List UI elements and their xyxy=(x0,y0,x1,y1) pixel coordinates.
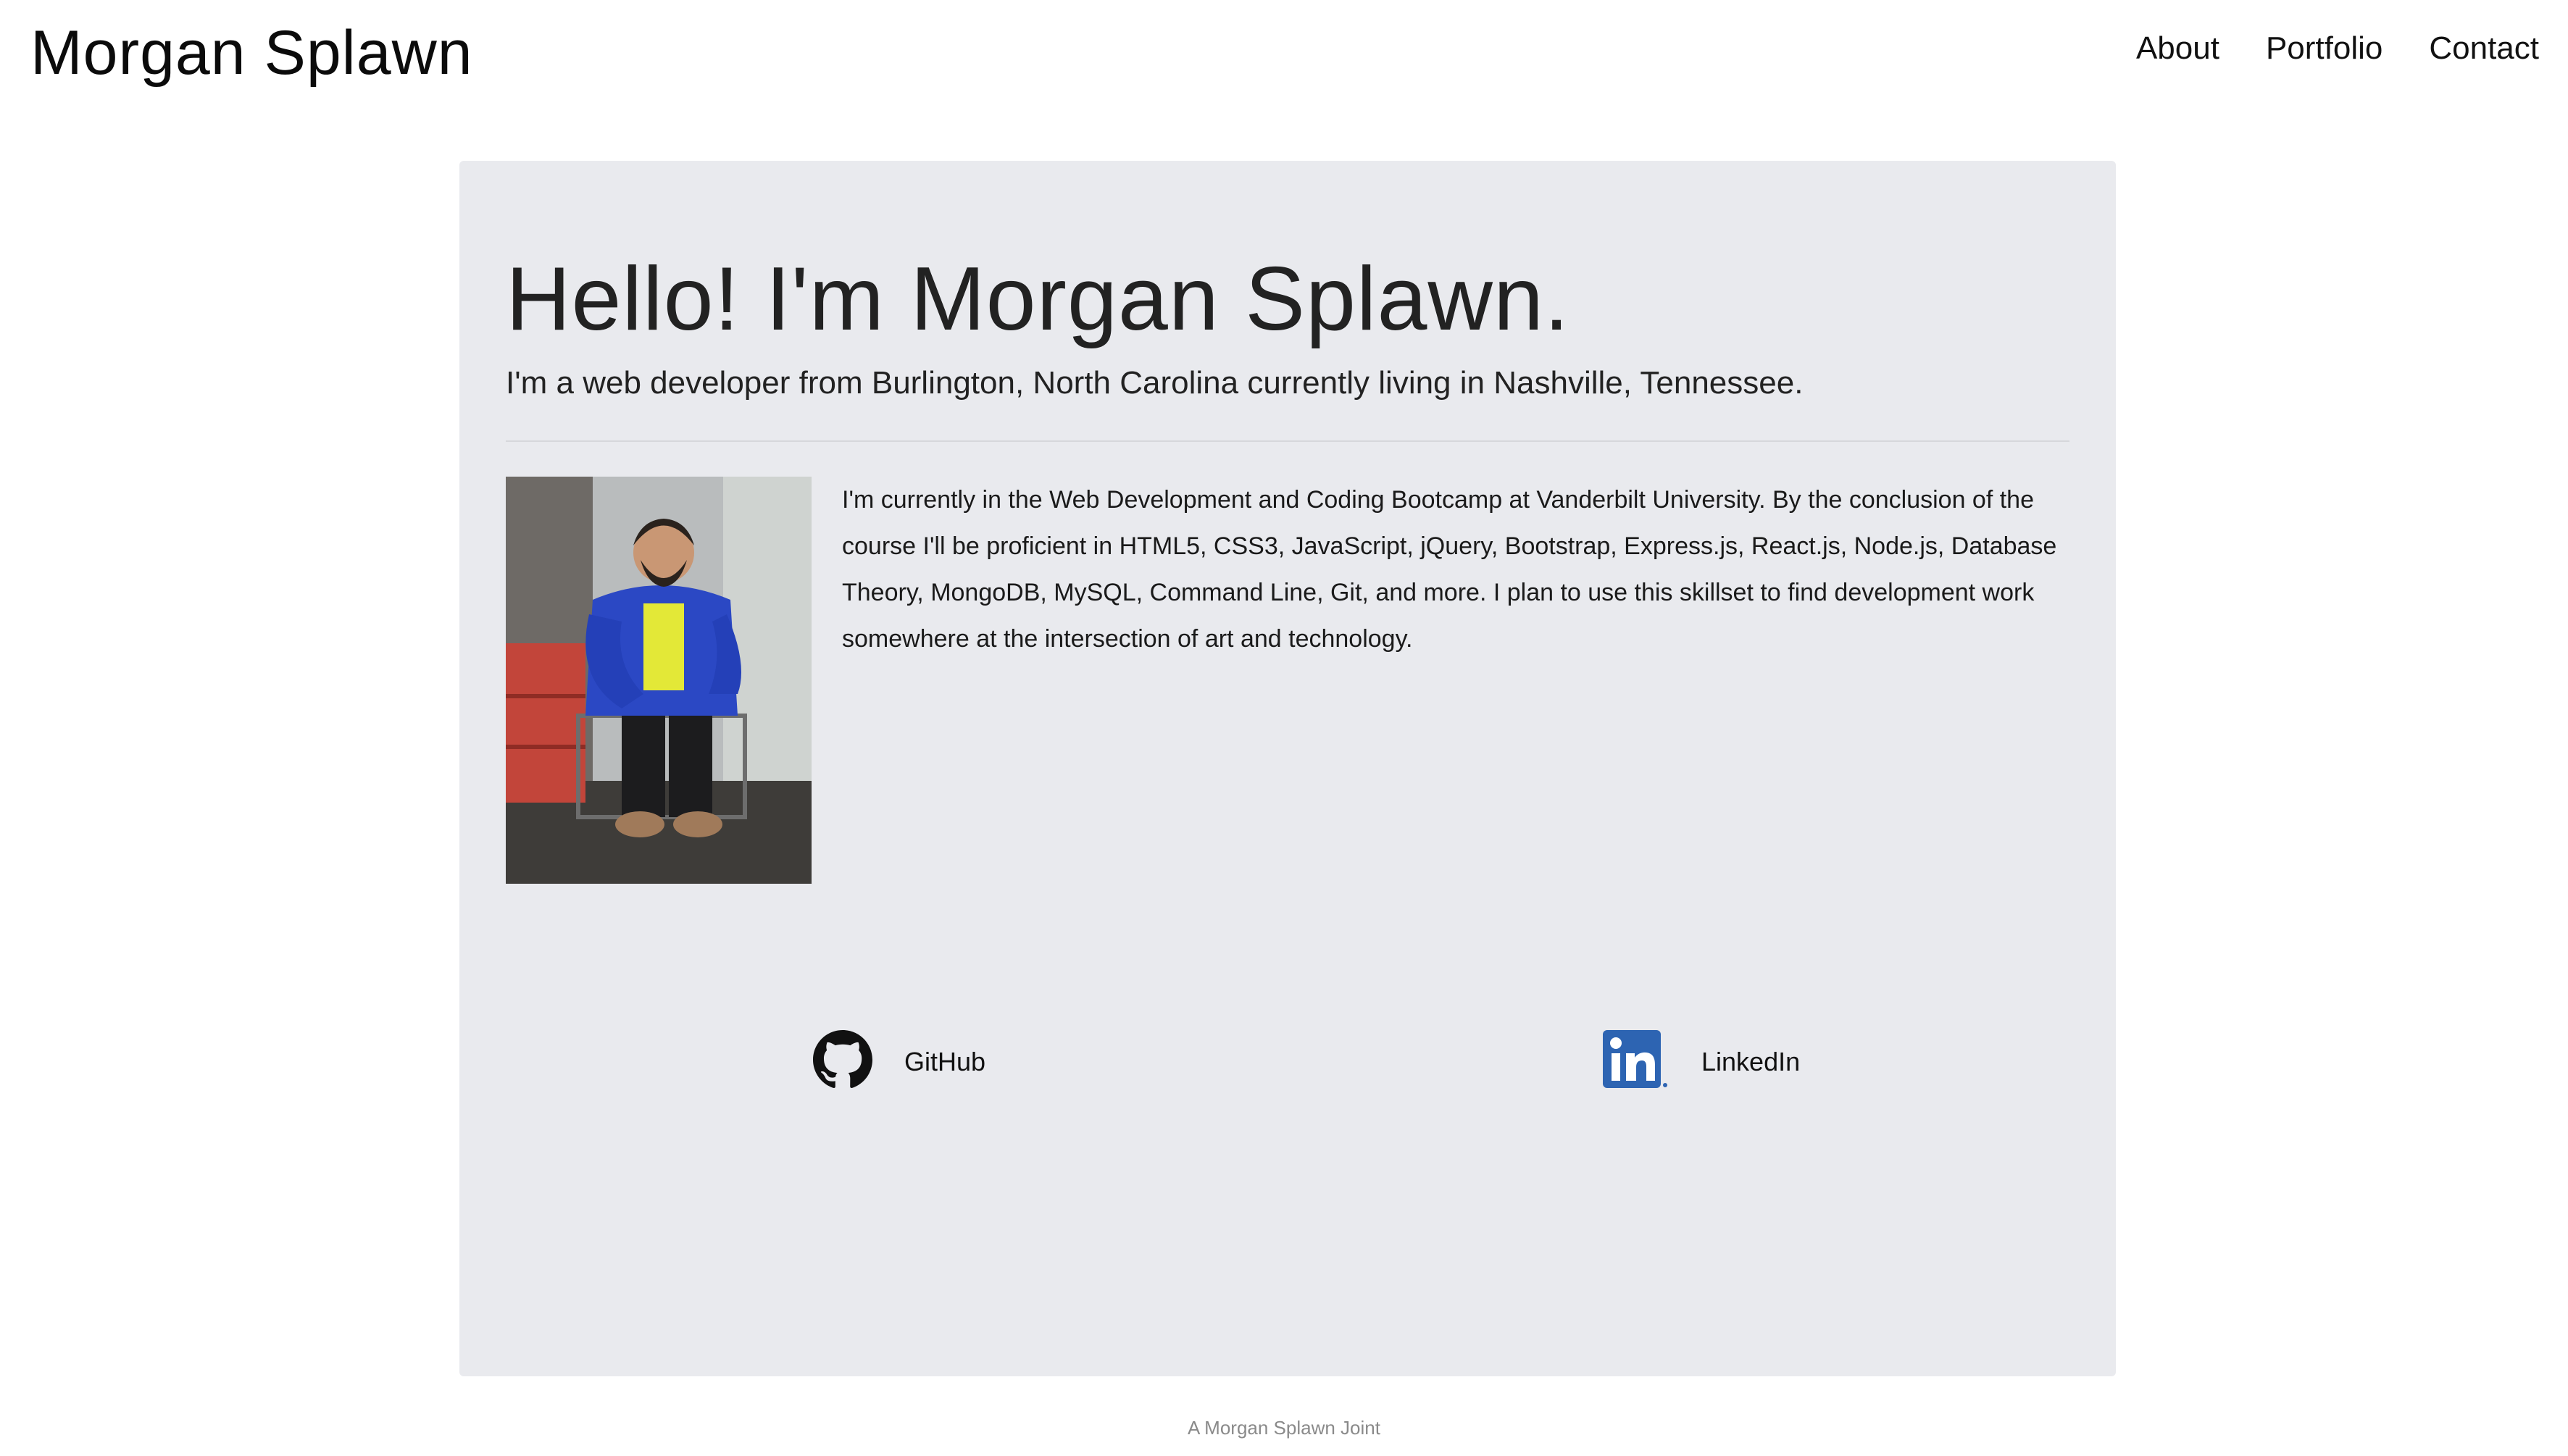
linkedin-label: LinkedIn xyxy=(1701,1046,1801,1076)
page-heading: Hello! I'm Morgan Splawn. xyxy=(506,249,1570,349)
bio-paragraph: I'm currently in the Web Development and… xyxy=(842,486,2057,653)
nav-links: About Portfolio Contact xyxy=(2136,30,2539,67)
site-brand[interactable]: Morgan Splawn xyxy=(30,17,473,89)
section-divider xyxy=(506,440,2069,442)
profile-photo xyxy=(506,477,812,884)
nav-link-about[interactable]: About xyxy=(2136,30,2219,67)
github-icon xyxy=(813,1030,872,1093)
nav-link-contact[interactable]: Contact xyxy=(2429,30,2539,67)
github-link[interactable]: GitHub xyxy=(813,1030,985,1093)
nav-link-portfolio[interactable]: Portfolio xyxy=(2266,30,2383,67)
linkedin-link[interactable]: LinkedIn xyxy=(1603,1030,1800,1093)
page-subheading: I'm a web developer from Burlington, Nor… xyxy=(506,365,1804,401)
linkedin-icon xyxy=(1603,1030,1669,1093)
top-navbar: Morgan Splawn About Portfolio Contact xyxy=(0,0,2568,116)
about-card: Hello! I'm Morgan Splawn. I'm a web deve… xyxy=(459,161,2116,1376)
footer-text: A Morgan Splawn Joint xyxy=(1188,1417,1380,1439)
github-label: GitHub xyxy=(904,1046,986,1076)
